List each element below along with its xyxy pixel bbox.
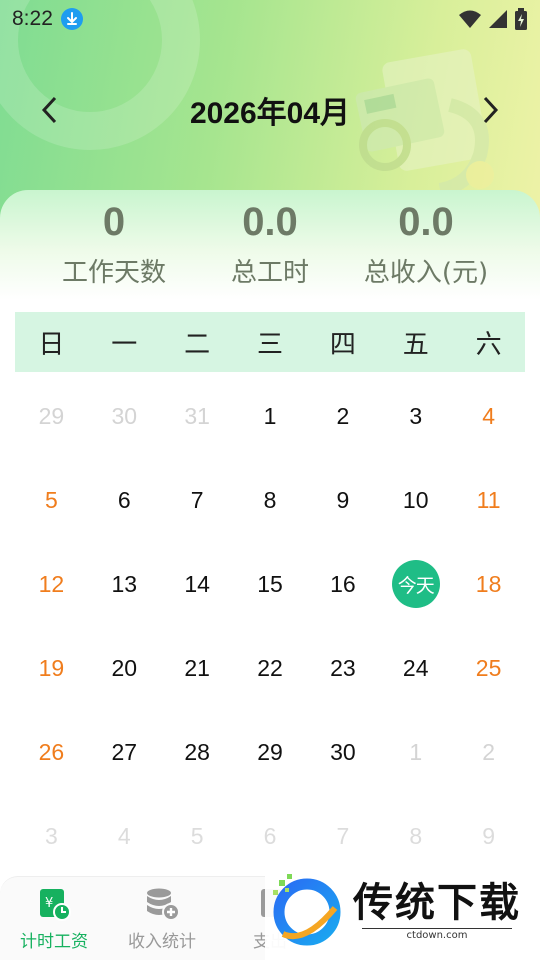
watermark-title: 传统下载: [353, 879, 521, 926]
calendar-day[interactable]: 12: [15, 542, 88, 626]
total-hours-stat: 0.0 总工时: [228, 190, 312, 300]
watermark-logo-icon: [273, 874, 341, 946]
calendar-day[interactable]: 18: [452, 542, 525, 626]
tab-income-stats-label: 收入统计: [128, 932, 196, 952]
total-hours-value: 0.0: [242, 200, 298, 244]
calendar-day[interactable]: 9: [306, 458, 379, 542]
calendar-day[interactable]: 30: [306, 710, 379, 794]
previous-month-button[interactable]: [30, 90, 70, 130]
download-icon: [60, 8, 83, 30]
calendar-day[interactable]: 4: [452, 374, 525, 458]
calendar-day[interactable]: 20: [88, 626, 161, 710]
calendar-day-outside-month[interactable]: 29: [15, 374, 88, 458]
calendar-day[interactable]: 8: [234, 458, 307, 542]
calendar-day[interactable]: 11: [452, 458, 525, 542]
status-time: 8:22: [12, 7, 53, 30]
calendar-day[interactable]: 3: [379, 374, 452, 458]
calendar-day[interactable]: 16: [306, 542, 379, 626]
calendar-day[interactable]: 24: [379, 626, 452, 710]
calendar-week: 26 27 28 29 30 1 2: [15, 710, 525, 794]
work-days-value: 0: [102, 200, 126, 244]
weekday-thu: 四: [329, 329, 356, 360]
weekday-tue: 二: [184, 329, 211, 360]
total-income-stat: 0.0 总收入(元): [312, 190, 540, 300]
calendar-day-outside-month[interactable]: 2: [452, 710, 525, 794]
calendar-day-outside-month[interactable]: 3: [15, 794, 88, 878]
today-badge: 今天: [391, 560, 440, 608]
calendar-day-outside-month[interactable]: 4: [88, 794, 161, 878]
wage-icon: ¥: [40, 889, 71, 921]
tab-hourly-wage-label: 计时工资: [20, 932, 88, 952]
calendar-day[interactable]: 25: [452, 626, 525, 710]
database-add-icon: [147, 888, 180, 921]
watermark-url: ctdown.com: [362, 927, 512, 941]
calendar-day[interactable]: 13: [88, 542, 161, 626]
site-watermark: 传统下载 ctdown.com: [265, 860, 540, 960]
calendar-week: 29 30 31 1 2 3 4: [15, 374, 525, 458]
calendar-day[interactable]: 19: [15, 626, 88, 710]
total-income-label: 总收入(元): [363, 258, 489, 288]
weekday-sun: 日: [38, 329, 65, 360]
calendar-day[interactable]: 29: [234, 710, 307, 794]
month-title[interactable]: 2026年04月: [190, 88, 350, 132]
svg-text:¥: ¥: [45, 896, 53, 911]
calendar-day[interactable]: 6: [88, 458, 161, 542]
battery-icon: [515, 8, 527, 30]
weekday-sat: 六: [475, 329, 502, 360]
calendar-day[interactable]: 10: [379, 458, 452, 542]
weekday-header: 日 一 二 三 四 五 六: [15, 312, 525, 372]
calendar-day[interactable]: 26: [15, 710, 88, 794]
wifi-icon: [459, 10, 481, 28]
weekday-mon: 一: [111, 329, 138, 360]
tab-hourly-wage[interactable]: ¥ 计时工资: [0, 877, 108, 960]
calendar-day-outside-month[interactable]: 31: [161, 374, 234, 458]
total-hours-label: 总工时: [230, 258, 309, 288]
status-bar: 8:22: [0, 0, 540, 38]
calendar-day-outside-month[interactable]: 1: [379, 710, 452, 794]
tab-income-stats[interactable]: 收入统计: [108, 877, 216, 960]
calendar-day[interactable]: 22: [234, 626, 307, 710]
work-days-stat: 0 工作天数: [0, 190, 228, 300]
chevron-right-icon: [483, 96, 499, 124]
calendar-day-outside-month[interactable]: 5: [161, 794, 234, 878]
calendar-week: 12 13 14 15 16 今天 18: [15, 542, 525, 626]
calendar-week: 19 20 21 22 23 24 25: [15, 626, 525, 710]
calendar-day[interactable]: 2: [306, 374, 379, 458]
calendar-day-today[interactable]: 今天: [379, 542, 452, 626]
calendar-day-outside-month[interactable]: 30: [88, 374, 161, 458]
next-month-button[interactable]: [470, 90, 510, 130]
weekday-fri: 五: [402, 329, 429, 360]
calendar-day[interactable]: 15: [234, 542, 307, 626]
calendar-day[interactable]: 27: [88, 710, 161, 794]
calendar-grid: 29 30 31 1 2 3 4 5 6 7 8 9 10 11 12 13 14 15 16 今天 18 19 20 21 2…: [15, 374, 525, 878]
calendar-day[interactable]: 14: [161, 542, 234, 626]
summary-card: 0 工作天数 0.0 总工时 0.0 总收入(元): [0, 190, 540, 300]
chevron-left-icon: [41, 96, 57, 124]
calendar-week: 5 6 7 8 9 10 11: [15, 458, 525, 542]
signal-icon: [489, 10, 507, 28]
calendar-day[interactable]: 5: [15, 458, 88, 542]
calendar-day[interactable]: 23: [306, 626, 379, 710]
calendar-day[interactable]: 28: [161, 710, 234, 794]
work-days-label: 工作天数: [61, 258, 166, 288]
total-income-value: 0.0: [398, 200, 454, 244]
weekday-wed: 三: [257, 329, 284, 360]
calendar-day[interactable]: 1: [234, 374, 307, 458]
calendar-day[interactable]: 7: [161, 458, 234, 542]
month-navigator: 2026年04月: [0, 82, 540, 138]
calendar-day[interactable]: 21: [161, 626, 234, 710]
